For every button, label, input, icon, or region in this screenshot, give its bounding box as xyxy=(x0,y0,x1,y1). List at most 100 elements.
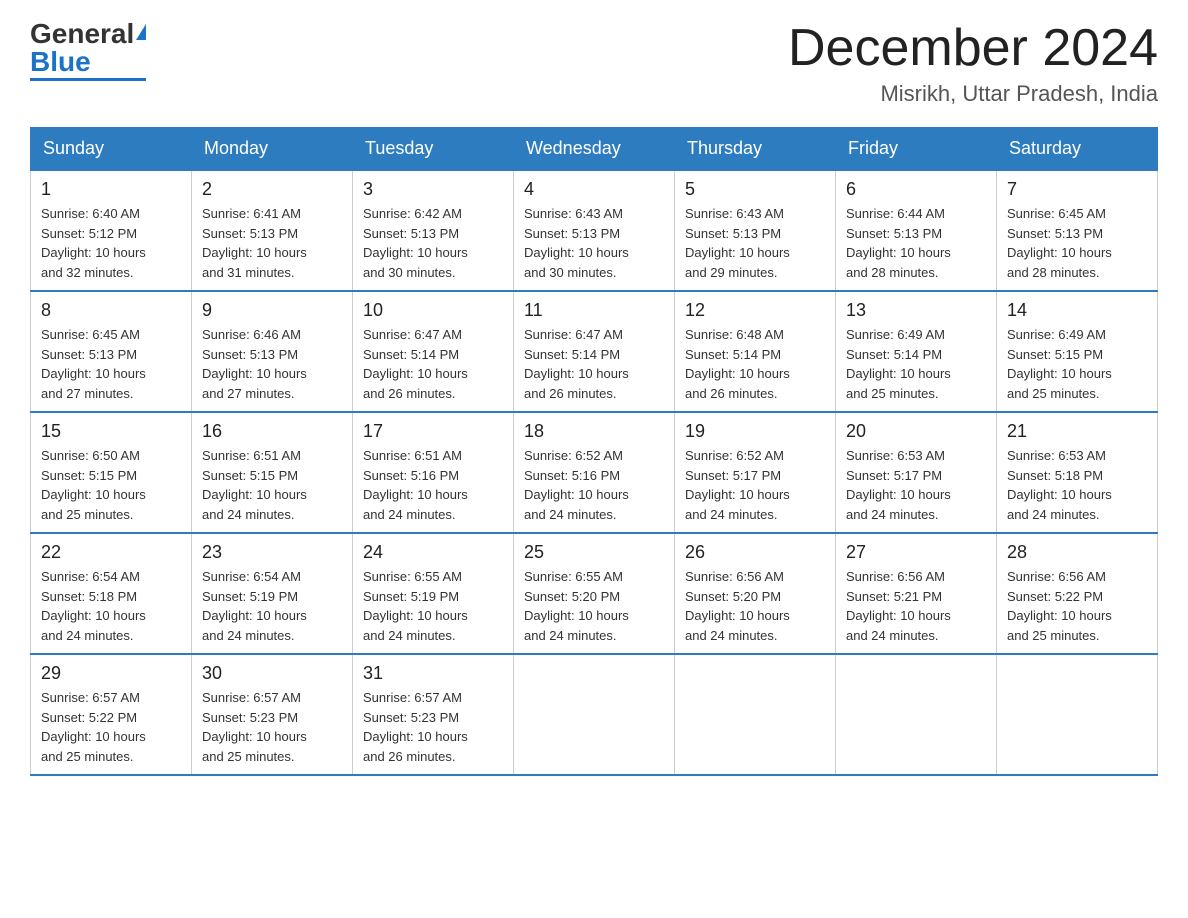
calendar-day-cell: 29 Sunrise: 6:57 AMSunset: 5:22 PMDaylig… xyxy=(31,654,192,775)
empty-cell xyxy=(997,654,1158,775)
page-header: GeneralBlue December 2024 Misrikh, Uttar… xyxy=(30,20,1158,107)
day-info: Sunrise: 6:57 AMSunset: 5:22 PMDaylight:… xyxy=(41,690,146,764)
day-info: Sunrise: 6:56 AMSunset: 5:22 PMDaylight:… xyxy=(1007,569,1112,643)
calendar-day-cell: 1 Sunrise: 6:40 AMSunset: 5:12 PMDayligh… xyxy=(31,170,192,291)
day-number: 9 xyxy=(202,300,342,321)
col-header-saturday: Saturday xyxy=(997,128,1158,171)
col-header-monday: Monday xyxy=(192,128,353,171)
day-info: Sunrise: 6:46 AMSunset: 5:13 PMDaylight:… xyxy=(202,327,307,401)
day-info: Sunrise: 6:43 AMSunset: 5:13 PMDaylight:… xyxy=(685,206,790,280)
calendar-day-cell: 3 Sunrise: 6:42 AMSunset: 5:13 PMDayligh… xyxy=(353,170,514,291)
calendar-day-cell: 14 Sunrise: 6:49 AMSunset: 5:15 PMDaylig… xyxy=(997,291,1158,412)
calendar-day-cell: 15 Sunrise: 6:50 AMSunset: 5:15 PMDaylig… xyxy=(31,412,192,533)
day-number: 7 xyxy=(1007,179,1147,200)
calendar-day-cell: 20 Sunrise: 6:53 AMSunset: 5:17 PMDaylig… xyxy=(836,412,997,533)
day-number: 18 xyxy=(524,421,664,442)
empty-cell xyxy=(836,654,997,775)
day-info: Sunrise: 6:57 AMSunset: 5:23 PMDaylight:… xyxy=(202,690,307,764)
logo-blue-text: Blue xyxy=(30,46,91,77)
calendar-day-cell: 30 Sunrise: 6:57 AMSunset: 5:23 PMDaylig… xyxy=(192,654,353,775)
day-number: 13 xyxy=(846,300,986,321)
calendar-day-cell: 10 Sunrise: 6:47 AMSunset: 5:14 PMDaylig… xyxy=(353,291,514,412)
day-number: 24 xyxy=(363,542,503,563)
logo: GeneralBlue xyxy=(30,20,146,81)
calendar-day-cell: 26 Sunrise: 6:56 AMSunset: 5:20 PMDaylig… xyxy=(675,533,836,654)
calendar-day-cell: 7 Sunrise: 6:45 AMSunset: 5:13 PMDayligh… xyxy=(997,170,1158,291)
calendar-day-cell: 11 Sunrise: 6:47 AMSunset: 5:14 PMDaylig… xyxy=(514,291,675,412)
day-number: 12 xyxy=(685,300,825,321)
day-number: 27 xyxy=(846,542,986,563)
day-info: Sunrise: 6:52 AMSunset: 5:16 PMDaylight:… xyxy=(524,448,629,522)
calendar-day-cell: 5 Sunrise: 6:43 AMSunset: 5:13 PMDayligh… xyxy=(675,170,836,291)
calendar-day-cell: 2 Sunrise: 6:41 AMSunset: 5:13 PMDayligh… xyxy=(192,170,353,291)
day-info: Sunrise: 6:45 AMSunset: 5:13 PMDaylight:… xyxy=(41,327,146,401)
calendar-week-row: 15 Sunrise: 6:50 AMSunset: 5:15 PMDaylig… xyxy=(31,412,1158,533)
day-number: 19 xyxy=(685,421,825,442)
day-number: 30 xyxy=(202,663,342,684)
day-info: Sunrise: 6:55 AMSunset: 5:19 PMDaylight:… xyxy=(363,569,468,643)
day-info: Sunrise: 6:49 AMSunset: 5:14 PMDaylight:… xyxy=(846,327,951,401)
calendar-day-cell: 18 Sunrise: 6:52 AMSunset: 5:16 PMDaylig… xyxy=(514,412,675,533)
col-header-thursday: Thursday xyxy=(675,128,836,171)
calendar-day-cell: 31 Sunrise: 6:57 AMSunset: 5:23 PMDaylig… xyxy=(353,654,514,775)
calendar-day-cell: 28 Sunrise: 6:56 AMSunset: 5:22 PMDaylig… xyxy=(997,533,1158,654)
day-number: 8 xyxy=(41,300,181,321)
day-info: Sunrise: 6:47 AMSunset: 5:14 PMDaylight:… xyxy=(524,327,629,401)
day-number: 2 xyxy=(202,179,342,200)
calendar-day-cell: 21 Sunrise: 6:53 AMSunset: 5:18 PMDaylig… xyxy=(997,412,1158,533)
day-number: 15 xyxy=(41,421,181,442)
calendar-week-row: 29 Sunrise: 6:57 AMSunset: 5:22 PMDaylig… xyxy=(31,654,1158,775)
calendar-day-cell: 4 Sunrise: 6:43 AMSunset: 5:13 PMDayligh… xyxy=(514,170,675,291)
day-number: 17 xyxy=(363,421,503,442)
day-info: Sunrise: 6:40 AMSunset: 5:12 PMDaylight:… xyxy=(41,206,146,280)
day-number: 25 xyxy=(524,542,664,563)
day-number: 3 xyxy=(363,179,503,200)
calendar-day-cell: 13 Sunrise: 6:49 AMSunset: 5:14 PMDaylig… xyxy=(836,291,997,412)
day-number: 29 xyxy=(41,663,181,684)
day-info: Sunrise: 6:56 AMSunset: 5:20 PMDaylight:… xyxy=(685,569,790,643)
day-number: 22 xyxy=(41,542,181,563)
calendar-day-cell: 25 Sunrise: 6:55 AMSunset: 5:20 PMDaylig… xyxy=(514,533,675,654)
day-info: Sunrise: 6:54 AMSunset: 5:19 PMDaylight:… xyxy=(202,569,307,643)
calendar-day-cell: 6 Sunrise: 6:44 AMSunset: 5:13 PMDayligh… xyxy=(836,170,997,291)
calendar-header-row: SundayMondayTuesdayWednesdayThursdayFrid… xyxy=(31,128,1158,171)
day-info: Sunrise: 6:54 AMSunset: 5:18 PMDaylight:… xyxy=(41,569,146,643)
day-info: Sunrise: 6:52 AMSunset: 5:17 PMDaylight:… xyxy=(685,448,790,522)
logo-text: GeneralBlue xyxy=(30,20,146,76)
day-info: Sunrise: 6:45 AMSunset: 5:13 PMDaylight:… xyxy=(1007,206,1112,280)
day-info: Sunrise: 6:47 AMSunset: 5:14 PMDaylight:… xyxy=(363,327,468,401)
page-title: December 2024 xyxy=(788,20,1158,77)
logo-triangle-icon xyxy=(136,24,146,40)
day-info: Sunrise: 6:50 AMSunset: 5:15 PMDaylight:… xyxy=(41,448,146,522)
day-number: 10 xyxy=(363,300,503,321)
day-info: Sunrise: 6:55 AMSunset: 5:20 PMDaylight:… xyxy=(524,569,629,643)
day-number: 31 xyxy=(363,663,503,684)
day-number: 21 xyxy=(1007,421,1147,442)
title-block: December 2024 Misrikh, Uttar Pradesh, In… xyxy=(788,20,1158,107)
day-number: 5 xyxy=(685,179,825,200)
calendar-table: SundayMondayTuesdayWednesdayThursdayFrid… xyxy=(30,127,1158,776)
day-number: 20 xyxy=(846,421,986,442)
day-number: 14 xyxy=(1007,300,1147,321)
calendar-day-cell: 23 Sunrise: 6:54 AMSunset: 5:19 PMDaylig… xyxy=(192,533,353,654)
calendar-week-row: 22 Sunrise: 6:54 AMSunset: 5:18 PMDaylig… xyxy=(31,533,1158,654)
day-number: 28 xyxy=(1007,542,1147,563)
day-number: 26 xyxy=(685,542,825,563)
day-info: Sunrise: 6:43 AMSunset: 5:13 PMDaylight:… xyxy=(524,206,629,280)
day-number: 1 xyxy=(41,179,181,200)
calendar-week-row: 1 Sunrise: 6:40 AMSunset: 5:12 PMDayligh… xyxy=(31,170,1158,291)
col-header-wednesday: Wednesday xyxy=(514,128,675,171)
calendar-week-row: 8 Sunrise: 6:45 AMSunset: 5:13 PMDayligh… xyxy=(31,291,1158,412)
day-info: Sunrise: 6:56 AMSunset: 5:21 PMDaylight:… xyxy=(846,569,951,643)
page-subtitle: Misrikh, Uttar Pradesh, India xyxy=(788,81,1158,107)
day-number: 6 xyxy=(846,179,986,200)
empty-cell xyxy=(514,654,675,775)
day-number: 23 xyxy=(202,542,342,563)
day-info: Sunrise: 6:42 AMSunset: 5:13 PMDaylight:… xyxy=(363,206,468,280)
logo-underline xyxy=(30,78,146,81)
calendar-day-cell: 22 Sunrise: 6:54 AMSunset: 5:18 PMDaylig… xyxy=(31,533,192,654)
day-info: Sunrise: 6:48 AMSunset: 5:14 PMDaylight:… xyxy=(685,327,790,401)
col-header-friday: Friday xyxy=(836,128,997,171)
day-info: Sunrise: 6:51 AMSunset: 5:15 PMDaylight:… xyxy=(202,448,307,522)
day-info: Sunrise: 6:44 AMSunset: 5:13 PMDaylight:… xyxy=(846,206,951,280)
